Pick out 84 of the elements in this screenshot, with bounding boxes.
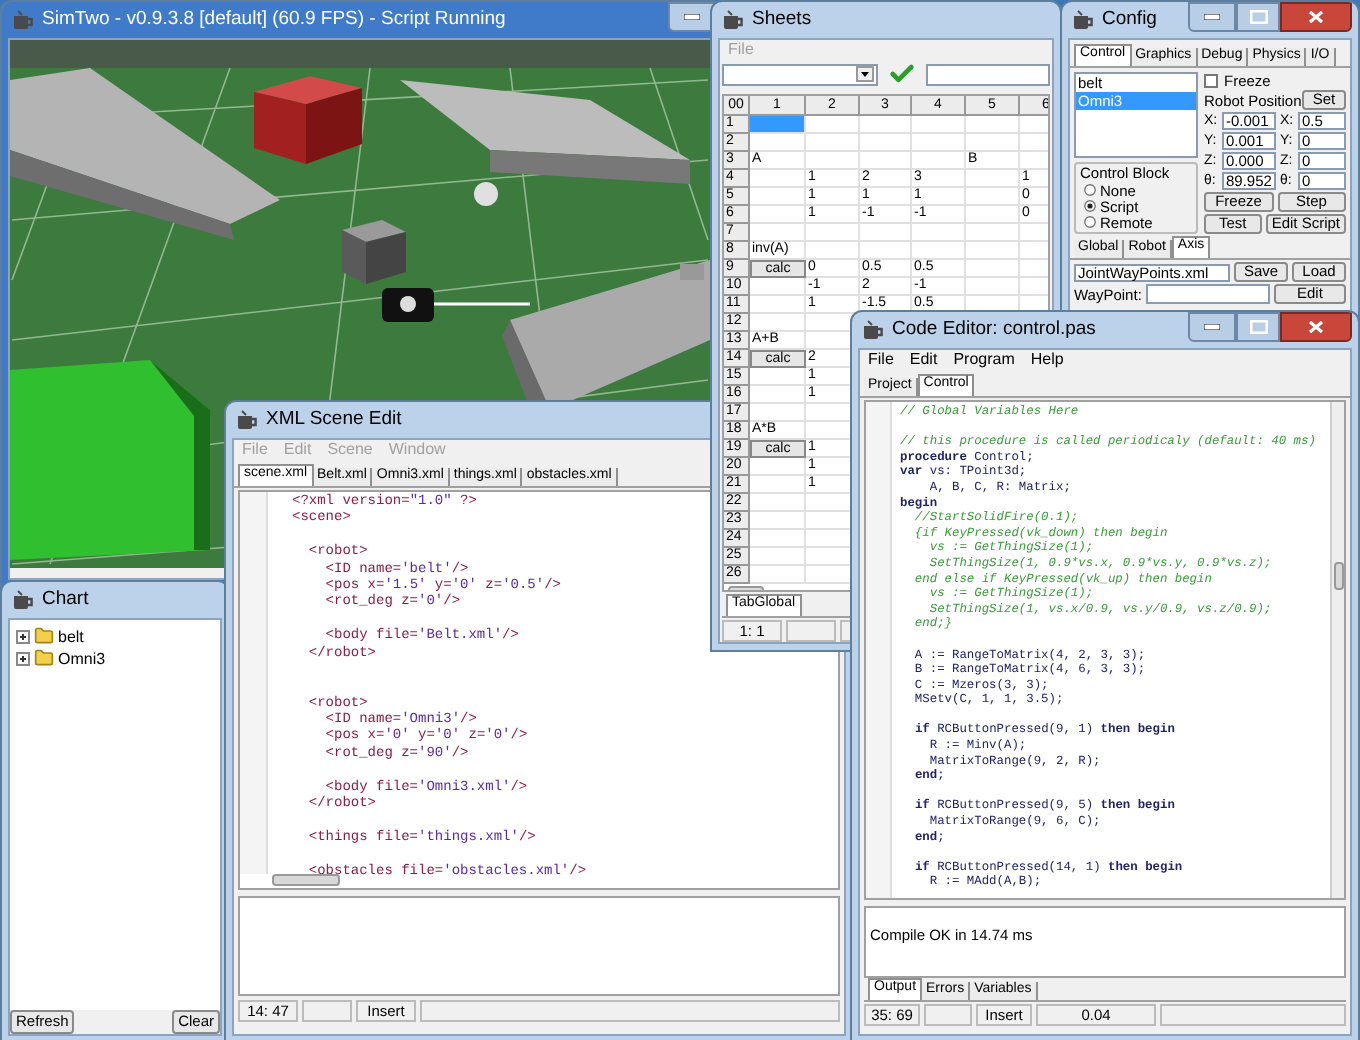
table-cell bbox=[966, 206, 1020, 224]
app-icon bbox=[236, 410, 258, 430]
app-icon bbox=[1072, 10, 1094, 30]
app-icon bbox=[12, 10, 34, 30]
table-cell[interactable] bbox=[750, 116, 806, 134]
table-cell bbox=[750, 206, 806, 224]
status-pane bbox=[302, 1000, 352, 1022]
table-cell bbox=[750, 170, 806, 188]
window-title: Code Editor: control.pas bbox=[892, 315, 1096, 344]
scrollbar[interactable] bbox=[1330, 402, 1344, 898]
minimize-button[interactable] bbox=[1188, 2, 1236, 32]
app-icon bbox=[862, 320, 884, 340]
table-cell bbox=[806, 116, 860, 134]
app-icon bbox=[12, 590, 34, 610]
checkbox[interactable] bbox=[1204, 73, 1218, 87]
minimize-button[interactable] bbox=[1188, 312, 1236, 342]
table-cell bbox=[750, 368, 806, 386]
menu-item[interactable]: Edit bbox=[909, 350, 938, 370]
window-title: Chart bbox=[42, 585, 89, 614]
maximize-button[interactable] bbox=[1236, 2, 1280, 32]
expand-icon[interactable] bbox=[16, 629, 30, 643]
table-cell bbox=[912, 134, 966, 152]
table-cell bbox=[966, 170, 1020, 188]
table-cell bbox=[750, 458, 806, 476]
check-icon[interactable] bbox=[888, 60, 916, 88]
minimize-icon bbox=[1204, 14, 1220, 20]
table-cell bbox=[860, 116, 912, 134]
window-title: XML Scene Edit bbox=[266, 405, 402, 434]
table-cell bbox=[750, 224, 806, 242]
table-cell bbox=[750, 188, 806, 206]
table-cell bbox=[750, 386, 806, 404]
menu-item[interactable]: File bbox=[868, 350, 894, 370]
status-pane bbox=[786, 620, 836, 642]
window-title: Sheets bbox=[752, 5, 812, 34]
folder-icon bbox=[34, 648, 54, 668]
menu-item[interactable]: Help bbox=[1030, 350, 1064, 370]
table-cell bbox=[806, 224, 860, 242]
table-cell bbox=[966, 188, 1020, 206]
app-icon bbox=[722, 10, 744, 30]
table-cell bbox=[750, 296, 806, 314]
table-cell bbox=[750, 476, 806, 494]
table-cell bbox=[806, 242, 860, 260]
maximize-icon bbox=[1249, 10, 1267, 24]
table-cell bbox=[860, 224, 912, 242]
minimize-button[interactable] bbox=[668, 2, 716, 32]
menu-item[interactable]: Program bbox=[953, 350, 1015, 370]
dropdown-field[interactable] bbox=[1145, 284, 1270, 304]
status-pane bbox=[924, 1004, 972, 1026]
table-cell bbox=[966, 242, 1020, 260]
tree-item[interactable]: Omni3 bbox=[58, 649, 106, 667]
minimize-icon bbox=[684, 14, 700, 20]
dropdown-field[interactable] bbox=[722, 63, 878, 85]
caret-icon bbox=[856, 66, 874, 82]
table-cell bbox=[806, 134, 860, 152]
table-cell bbox=[966, 260, 1020, 278]
close-icon bbox=[1308, 320, 1324, 334]
table-cell bbox=[912, 116, 966, 134]
table-cell bbox=[750, 278, 806, 296]
radio-button[interactable] bbox=[1084, 216, 1096, 228]
table-cell bbox=[860, 134, 912, 152]
radio-button[interactable] bbox=[1084, 184, 1096, 196]
table-cell bbox=[966, 116, 1020, 134]
radio-button[interactable] bbox=[1084, 200, 1096, 212]
window-title: SimTwo - v0.9.3.8 [default] (60.9 FPS) - Script Running bbox=[42, 5, 506, 34]
table-cell bbox=[912, 152, 966, 170]
close-button[interactable] bbox=[1280, 312, 1352, 342]
table-cell bbox=[806, 152, 860, 170]
table-cell bbox=[966, 224, 1020, 242]
window-title: Config bbox=[1102, 5, 1157, 34]
input-field[interactable] bbox=[926, 63, 1050, 85]
table-cell bbox=[860, 152, 912, 170]
table-cell bbox=[860, 242, 912, 260]
tree-item[interactable]: belt bbox=[58, 627, 84, 645]
close-icon bbox=[1308, 10, 1324, 24]
expand-icon[interactable] bbox=[16, 651, 30, 665]
table-cell bbox=[912, 242, 966, 260]
close-button[interactable] bbox=[1280, 2, 1352, 32]
maximize-icon bbox=[1249, 320, 1267, 334]
scrollbar[interactable] bbox=[272, 874, 340, 886]
table-cell bbox=[966, 134, 1020, 152]
maximize-button[interactable] bbox=[1236, 312, 1280, 342]
table-cell bbox=[750, 134, 806, 152]
folder-icon bbox=[34, 626, 54, 646]
table-cell bbox=[912, 224, 966, 242]
